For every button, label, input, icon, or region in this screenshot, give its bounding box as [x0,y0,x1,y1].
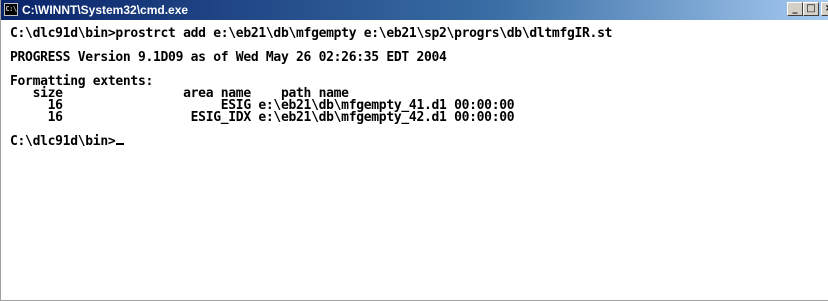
window-controls: _ □ × [787,2,828,18]
cmd-icon: C:\ [4,3,18,16]
title-bar[interactable]: C:\ C:\WINNT\System32\cmd.exe _ □ × [1,0,828,20]
console-output[interactable]: C:\dlc91d\bin>prostrct add e:\eb21\db\mf… [2,20,828,300]
console-line: C:\dlc91d\bin>prostrct add e:\eb21\db\mf… [10,26,613,41]
text-cursor [116,143,125,145]
maximize-button[interactable]: □ [803,2,819,16]
minimize-button[interactable]: _ [787,2,803,16]
console-line: PROGRESS Version 9.1D09 as of Wed May 26… [10,50,447,65]
prompt-text: C:\dlc91d\bin> [10,134,116,149]
prompt-line: C:\dlc91d\bin> [10,134,828,149]
close-button[interactable]: × [821,2,828,16]
console-line: 16 ESIG_IDX e:\eb21\db\mfgempty_42.d1 00… [10,110,515,125]
cmd-window: C:\ C:\WINNT\System32\cmd.exe _ □ × C:\d… [0,0,828,301]
window-title: C:\WINNT\System32\cmd.exe [22,3,189,17]
